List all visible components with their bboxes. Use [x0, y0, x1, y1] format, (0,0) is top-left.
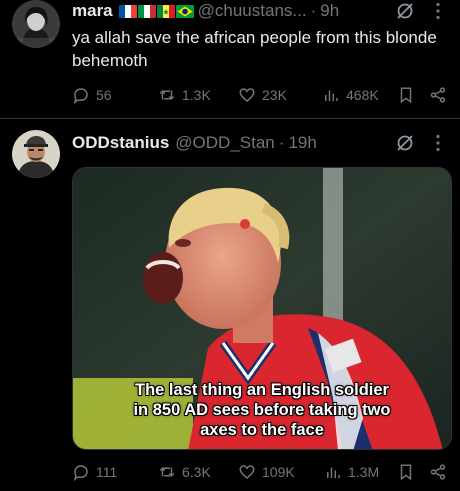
grok-icon[interactable] — [395, 133, 415, 153]
repost-count: 1.3K — [182, 87, 211, 103]
reply-button[interactable]: 56 — [72, 86, 112, 104]
post-time[interactable]: 19h — [288, 133, 316, 153]
repost-count: 6.3K — [182, 464, 211, 480]
post-time[interactable]: 9h — [320, 1, 339, 21]
views-button[interactable]: 1.3M — [324, 463, 379, 481]
reply-icon — [73, 88, 88, 104]
caption-line: axes to the face — [200, 421, 324, 439]
heart-icon — [239, 465, 255, 479]
like-count: 23K — [262, 87, 287, 103]
repost-button[interactable]: 6.3K — [158, 463, 211, 481]
post-oddstanius[interactable]: ODDstanius @ODD_Stan · 19h The last thin… — [0, 119, 460, 491]
avatar[interactable] — [12, 0, 60, 48]
view-count: 468K — [346, 87, 379, 103]
post-mara[interactable]: mara @chuustans... · 9h ya allah save th… — [0, 0, 460, 118]
caption-line: The last thing an English soldier — [135, 381, 389, 399]
post-header: ODDstanius @ODD_Stan · 19h — [72, 132, 317, 154]
flag-emojis — [118, 4, 194, 18]
views-button[interactable]: 468K — [322, 86, 379, 104]
caption-line: in 850 AD sees before taking two — [133, 401, 391, 419]
avatar[interactable] — [12, 130, 60, 178]
views-icon — [327, 467, 340, 478]
repost-icon — [159, 90, 175, 100]
post-media-image[interactable]: The last thing an English soldier in 850… — [72, 167, 452, 450]
bookmark-icon[interactable] — [397, 463, 415, 481]
senegal-flag-icon — [156, 4, 175, 18]
reply-count: 56 — [96, 87, 112, 103]
separator-dot: · — [310, 1, 317, 20]
share-icon[interactable] — [429, 86, 447, 104]
video-caption: The last thing an English soldier in 850… — [73, 380, 451, 440]
display-name[interactable]: ODDstanius — [72, 133, 169, 153]
repost-icon — [159, 467, 175, 477]
user-handle[interactable]: @ODD_Stan — [175, 133, 274, 153]
post-text: ya allah save the african people from th… — [72, 28, 437, 70]
bookmark-icon[interactable] — [397, 86, 415, 104]
like-button[interactable]: 23K — [238, 86, 287, 104]
view-count: 1.3M — [348, 464, 380, 480]
like-count: 109K — [262, 464, 295, 480]
views-icon — [325, 90, 338, 101]
italy-flag-icon — [137, 4, 156, 18]
reply-icon — [73, 465, 88, 481]
post-header: mara @chuustans... · 9h — [72, 0, 339, 22]
user-handle[interactable]: @chuustans... — [198, 1, 307, 21]
heart-icon — [239, 88, 255, 102]
display-name[interactable]: mara — [72, 1, 113, 21]
more-options-icon[interactable] — [428, 1, 448, 21]
brazil-flag-icon — [175, 4, 194, 18]
share-icon[interactable] — [429, 463, 447, 481]
grok-icon[interactable] — [395, 1, 415, 21]
reply-button[interactable]: 111 — [72, 463, 117, 481]
repost-button[interactable]: 1.3K — [158, 86, 211, 104]
more-options-icon[interactable] — [428, 133, 448, 153]
separator-dot: · — [278, 133, 285, 152]
reply-count: 111 — [96, 464, 118, 480]
like-button[interactable]: 109K — [238, 463, 295, 481]
france-flag-icon — [118, 4, 137, 18]
